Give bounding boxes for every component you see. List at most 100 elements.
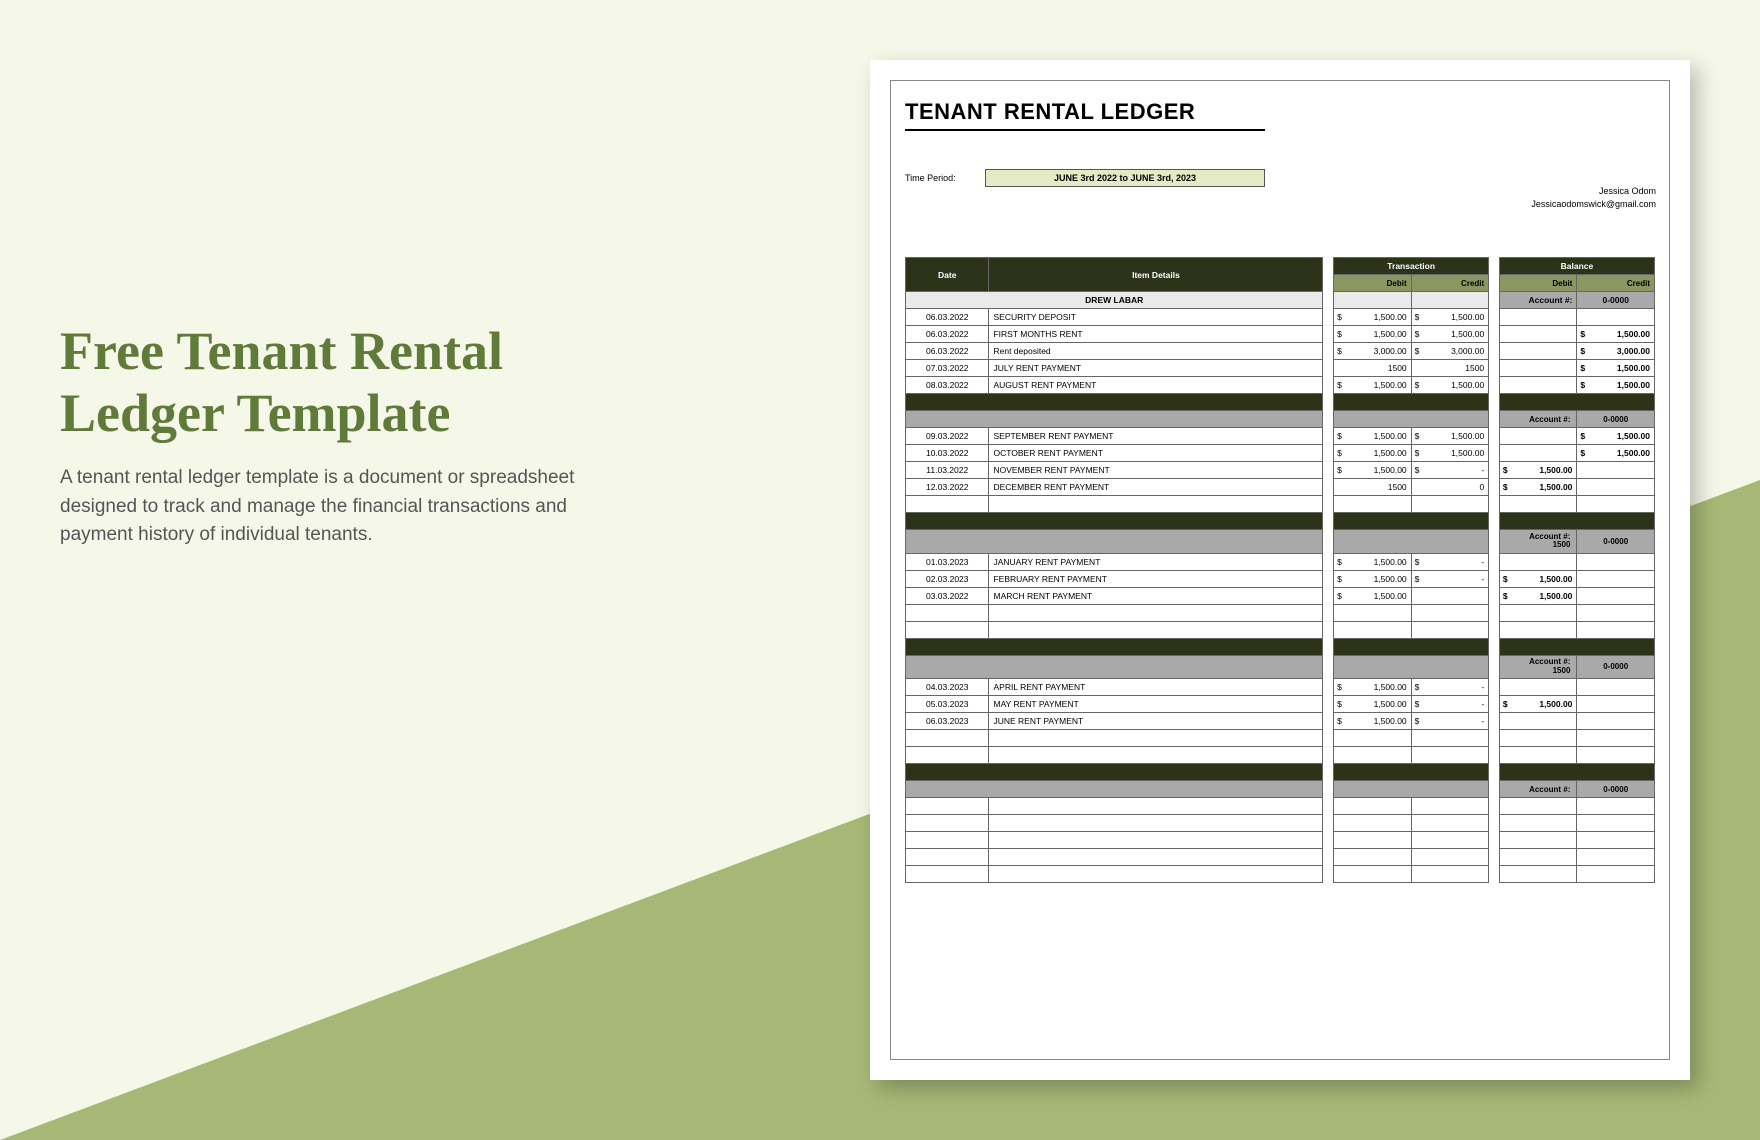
amount-cell [1577,866,1655,883]
amount-cell: $1,500.00 [1411,428,1489,445]
amount-cell [1334,815,1412,832]
amount-cell: $- [1411,570,1489,587]
amount-cell: $1,500.00 [1577,428,1655,445]
ledger-table: Date Item Details Transaction Balance De… [905,257,1655,883]
table-row [906,496,1655,513]
amount-cell [1499,309,1577,326]
tenant-name: DREW LABAR [906,292,1323,309]
amount-cell [1499,747,1577,764]
amount-cell [1577,587,1655,604]
table-row [906,832,1655,849]
date-cell [906,815,989,832]
amount-cell [1334,496,1412,513]
date-cell: 10.03.2022 [906,445,989,462]
item-cell: AUGUST RENT PAYMENT [989,377,1323,394]
table-row: 12.03.2022DECEMBER RENT PAYMENT 15000 $1,5… [906,479,1655,496]
amount-cell [1577,798,1655,815]
item-cell [989,849,1323,866]
amount-cell: 1500 [1334,479,1412,496]
amount-cell: $1,500.00 [1334,679,1412,696]
amount-cell: $3,000.00 [1334,343,1412,360]
time-period-value: JUNE 3rd 2022 to JUNE 3rd, 2023 [985,169,1265,187]
amount-cell [1577,604,1655,621]
header-item: Item Details [989,258,1323,292]
item-cell: DECEMBER RENT PAYMENT [989,479,1323,496]
date-cell: 12.03.2022 [906,479,989,496]
amount-cell [1334,747,1412,764]
table-row: 06.03.2023JUNE RENT PAYMENT$1,500.00$- [906,713,1655,730]
amount-cell [1577,747,1655,764]
amount-cell [1499,377,1577,394]
account-row: Account #:0-0000 [906,411,1655,428]
date-cell [906,604,989,621]
amount-cell [1577,696,1655,713]
amount-cell [1577,553,1655,570]
date-cell: 06.03.2022 [906,309,989,326]
amount-cell: $1,500.00 [1334,445,1412,462]
amount-cell [1411,866,1489,883]
header-balance: Balance [1499,258,1654,275]
amount-cell: $1,500.00 [1334,696,1412,713]
document-title: TENANT RENTAL LEDGER [905,99,1265,131]
amount-cell [1499,798,1577,815]
amount-cell [1334,866,1412,883]
amount-cell [1577,849,1655,866]
amount-cell [1577,832,1655,849]
table-row: 10.03.2022OCTOBER RENT PAYMENT$1,500.00$… [906,445,1655,462]
amount-cell: $1,500.00 [1411,309,1489,326]
item-cell: APRIL RENT PAYMENT [989,679,1323,696]
amount-cell: $- [1411,553,1489,570]
amount-cell: $1,500.00 [1334,462,1412,479]
amount-cell: $1,500.00 [1334,309,1412,326]
date-cell: 02.03.2023 [906,570,989,587]
amount-cell [1334,832,1412,849]
amount-cell: $1,500.00 [1499,479,1577,496]
amount-cell [1411,832,1489,849]
amount-cell: $1,500.00 [1411,377,1489,394]
date-cell: 08.03.2022 [906,377,989,394]
amount-cell: $- [1411,696,1489,713]
item-cell: SECURITY DEPOSIT [989,309,1323,326]
item-cell: JUNE RENT PAYMENT [989,713,1323,730]
amount-cell [1577,479,1655,496]
time-period-label: Time Period: [905,173,985,183]
date-cell [906,849,989,866]
amount-cell [1411,747,1489,764]
table-row: 06.03.2022Rent deposited$3,000.00$3,000.… [906,343,1655,360]
amount-cell [1411,587,1489,604]
amount-cell: $1,500.00 [1334,326,1412,343]
item-cell: Rent deposited [989,343,1323,360]
amount-cell [1411,621,1489,638]
amount-cell [1334,849,1412,866]
item-cell: JULY RENT PAYMENT [989,360,1323,377]
header-date: Date [906,258,989,292]
date-cell: 03.03.2022 [906,587,989,604]
amount-cell [1577,815,1655,832]
header-transaction: Transaction [1334,258,1489,275]
item-cell: FIRST MONTHS RENT [989,326,1323,343]
date-cell: 05.03.2023 [906,696,989,713]
amount-cell [1499,326,1577,343]
amount-cell [1334,798,1412,815]
amount-cell [1577,621,1655,638]
item-cell [989,815,1323,832]
tenant-name-row: DREW LABAR Account #: 0-0000 [906,292,1655,309]
amount-cell [1499,445,1577,462]
table-row [906,866,1655,883]
header-t-credit: Credit [1411,275,1489,292]
amount-cell: $1,500.00 [1334,570,1412,587]
date-cell [906,496,989,513]
amount-cell: 0 [1411,479,1489,496]
amount-cell [1411,496,1489,513]
amount-cell [1577,496,1655,513]
date-cell [906,798,989,815]
date-cell: 07.03.2022 [906,360,989,377]
page-title: Free Tenant Rental Ledger Template [60,320,620,444]
amount-cell: $1,500.00 [1577,445,1655,462]
table-row: 05.03.2023MAY RENT PAYMENT$1,500.00$-$1,… [906,696,1655,713]
table-row [906,849,1655,866]
table-row [906,815,1655,832]
amount-cell: 1500 [1334,360,1412,377]
header-b-credit: Credit [1577,275,1655,292]
amount-cell [1334,730,1412,747]
